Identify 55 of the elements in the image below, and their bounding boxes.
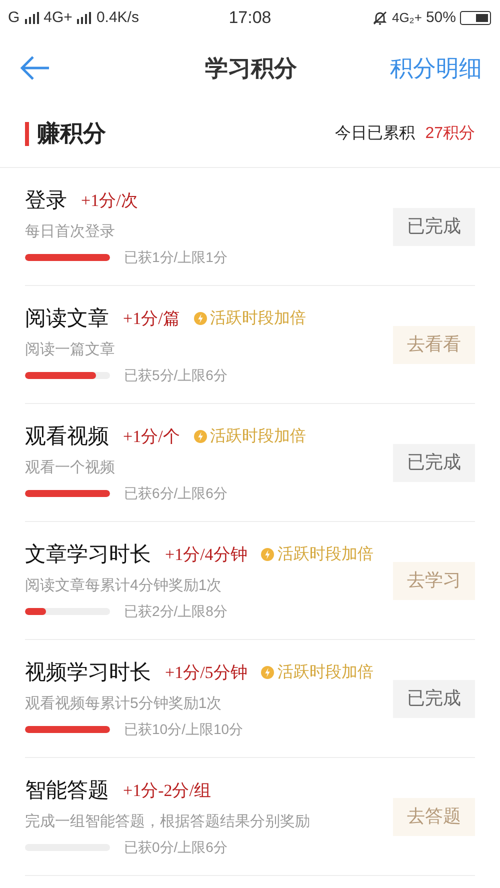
points-detail-link[interactable]: 积分明细 [390, 50, 482, 86]
progress-text: 已获6分/上限6分 [124, 484, 228, 503]
task-title: 登录 [25, 187, 67, 214]
lightning-icon [261, 666, 274, 680]
task-reward: +1分/4分钟 [165, 544, 248, 566]
section-marker [25, 122, 29, 146]
task-description: 观看一个视频 [25, 458, 116, 478]
task-reward: +1分/5分钟 [165, 662, 248, 684]
battery-text: 50% [426, 8, 456, 28]
task-button[interactable]: 已完成 [393, 680, 475, 718]
progress-text: 已获5分/上限6分 [124, 366, 228, 385]
progress-text: 已获2分/上限8分 [124, 602, 228, 621]
section-title: 赚积分 [37, 119, 106, 148]
today-points: 27积分 [425, 124, 475, 144]
signal-icon [24, 12, 40, 24]
task-description: 阅读文章每累计4分钟奖励1次 [25, 576, 223, 596]
today-label: 今日已累积 [335, 124, 416, 144]
bonus-label: 活跃时段加倍 [277, 544, 374, 565]
task-title: 阅读文章 [25, 305, 109, 332]
lightning-icon [194, 430, 207, 444]
lightning-icon [261, 548, 274, 562]
task-reward: +1分/篇 [123, 308, 180, 330]
task-reward: +1分/个 [123, 426, 180, 448]
clock-text: 17:08 [228, 7, 272, 30]
back-arrow-icon [19, 55, 51, 81]
task-button[interactable]: 去答题 [393, 798, 475, 836]
task-description: 观看视频每累计5分钟奖励1次 [25, 694, 223, 714]
progress-text: 已获10分/上限10分 [124, 720, 244, 739]
network-text: 4G+ [44, 8, 72, 28]
bonus-label: 活跃时段加倍 [210, 426, 306, 447]
task-title: 观看视频 [25, 423, 109, 450]
progress-text: 已获0分/上限6分 [124, 838, 228, 857]
task-button[interactable]: 去学习 [393, 562, 475, 600]
battery-icon [460, 11, 492, 25]
task-reward: +1分/次 [81, 190, 138, 212]
task-reward: +1分-2分/组 [123, 780, 211, 802]
progress-text: 已获1分/上限1分 [124, 248, 228, 267]
bonus-label: 活跃时段加倍 [210, 308, 306, 329]
task-description: 每日首次登录 [25, 222, 116, 242]
signal-icon [76, 12, 92, 24]
task-button[interactable]: 已完成 [393, 208, 475, 246]
task-title: 智能答题 [25, 777, 109, 804]
task-description: 阅读一篇文章 [25, 340, 116, 360]
page-title: 学习积分 [205, 54, 297, 83]
task-title: 文章学习时长 [25, 541, 151, 568]
carrier-text: G [8, 8, 20, 28]
lightning-icon [194, 312, 207, 326]
bonus-label: 活跃时段加倍 [277, 662, 374, 683]
task-button[interactable]: 去看看 [393, 326, 475, 364]
task-title: 视频学习时长 [25, 659, 151, 686]
speed-text: 0.4K/s [96, 8, 139, 28]
muted-bell-icon [372, 10, 388, 26]
network-text: 4G₂+ [392, 9, 422, 28]
task-description: 完成一组智能答题，根据答题结果分别奖励 [25, 812, 310, 832]
task-button[interactable]: 已完成 [393, 444, 475, 482]
